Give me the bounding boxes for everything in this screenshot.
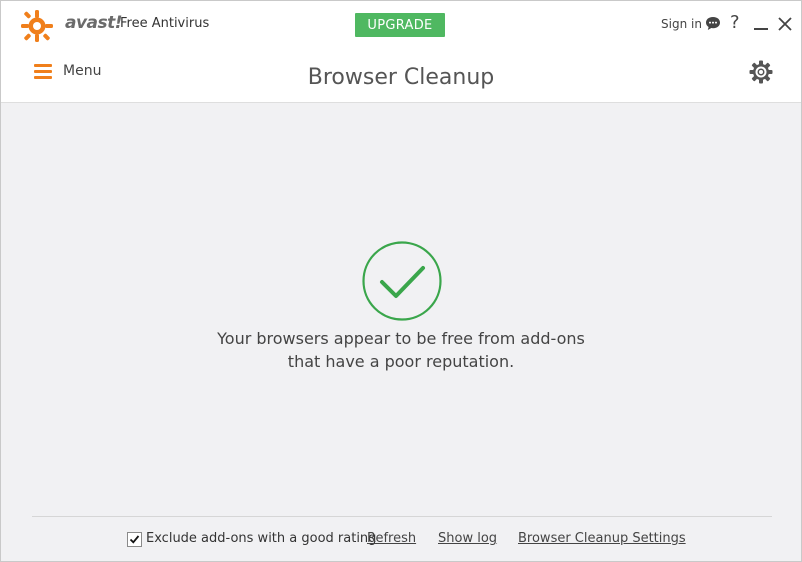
minimize-icon[interactable] [754, 28, 768, 30]
help-icon[interactable]: ? [730, 11, 740, 35]
avast-logo-icon [21, 10, 53, 42]
sign-in-link[interactable]: Sign in [661, 17, 702, 31]
gear-icon[interactable] [749, 60, 773, 84]
brand-wordmark: avast! [65, 13, 123, 33]
show-log-link[interactable]: Show log [438, 531, 497, 546]
exclude-good-rating-checkbox[interactable] [127, 532, 142, 547]
product-name: Free Antivirus [120, 16, 210, 31]
avast-logo: avast! [21, 9, 123, 43]
check-circle-icon [362, 241, 442, 321]
browser-cleanup-settings-link[interactable]: Browser Cleanup Settings [518, 531, 686, 546]
page-title: Browser Cleanup [307, 65, 495, 90]
chat-icon[interactable] [705, 16, 721, 31]
footer-divider [32, 516, 772, 517]
checkmark-icon [129, 535, 140, 544]
status-message-line-2: that have a poor reputation. [287, 352, 515, 371]
footer-bar: Exclude add-ons with a good rating Refre… [1, 530, 801, 550]
close-icon[interactable] [778, 17, 792, 31]
header-bar: avast! Free Antivirus UPGRADE Sign in ? … [1, 1, 801, 103]
status-message: Your browsers appear to be free from add… [1, 327, 801, 373]
exclude-good-rating-label[interactable]: Exclude add-ons with a good rating [146, 531, 376, 546]
status-message-line-1: Your browsers appear to be free from add… [217, 329, 585, 348]
upgrade-button[interactable]: UPGRADE [355, 13, 445, 37]
refresh-link[interactable]: Refresh [367, 531, 416, 546]
app-window: avast! Free Antivirus UPGRADE Sign in ? … [0, 0, 802, 562]
